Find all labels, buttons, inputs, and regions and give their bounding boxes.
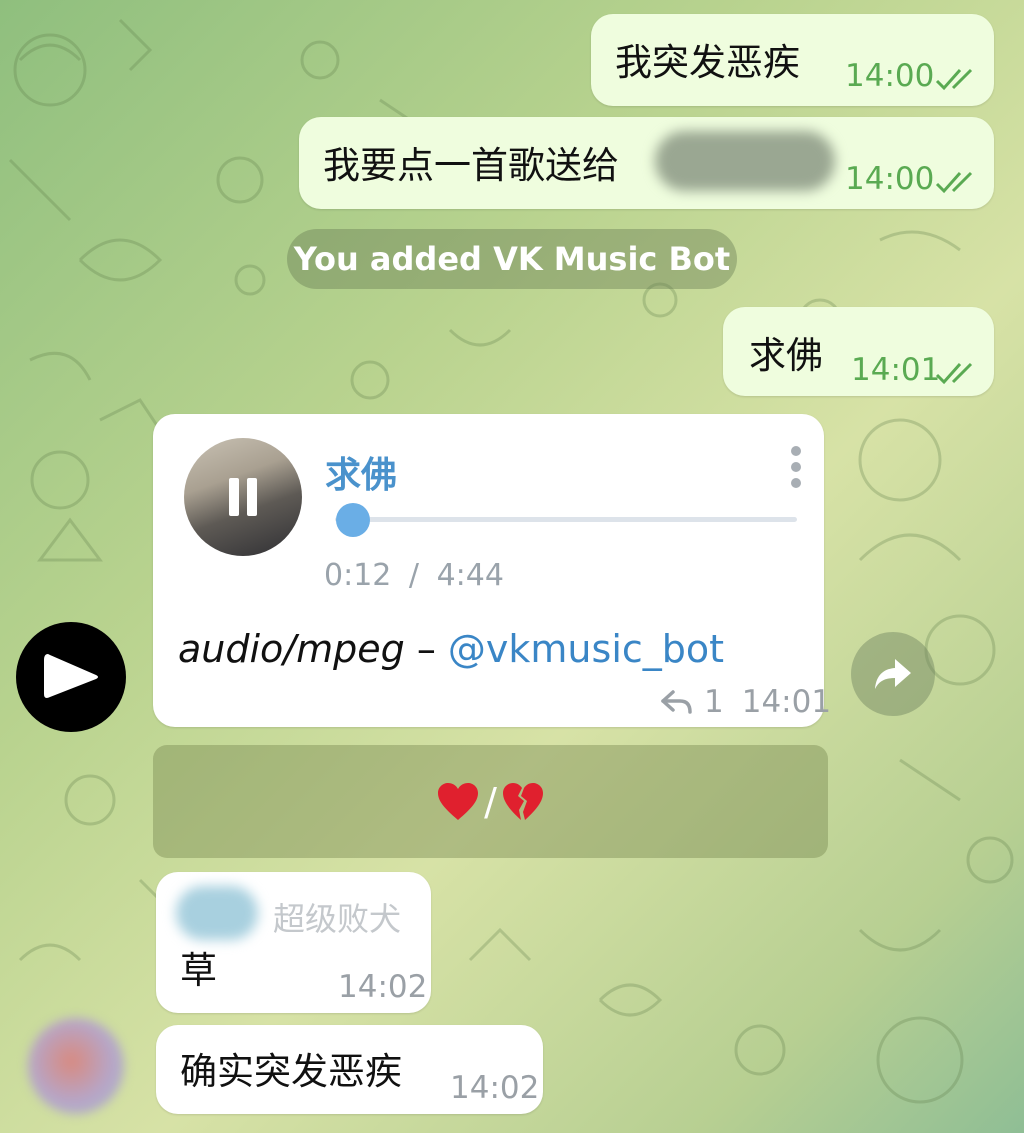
- pause-icon[interactable]: [229, 478, 257, 516]
- play-icon: [44, 654, 98, 698]
- caption-dash: –: [404, 627, 448, 671]
- forward-icon: [875, 659, 911, 689]
- message-time: 14:01: [851, 352, 941, 388]
- outgoing-message-2[interactable]: 我要点一首歌送给 14:00: [299, 117, 994, 209]
- reply-arrow-icon: [661, 690, 692, 714]
- reaction-panel: /: [153, 745, 828, 858]
- outgoing-message-3[interactable]: 求佛 14:01: [723, 307, 994, 396]
- redacted-avatar: [176, 886, 258, 940]
- audio-progress: 0:12: [324, 558, 392, 593]
- double-check-icon: [935, 171, 973, 194]
- album-cover[interactable]: [184, 438, 302, 556]
- message-text: 我要点一首歌送给: [323, 144, 619, 187]
- audio-time-separator: /: [408, 558, 420, 593]
- audio-time: 0:12 / 4:44: [324, 558, 504, 593]
- caption-mime-type: audio/mpeg: [178, 627, 405, 671]
- service-text: You added VK Music Bot: [293, 240, 731, 278]
- broken-heart-icon: [502, 782, 543, 820]
- message-text: 确实突发恶疾: [180, 1050, 402, 1093]
- avatar[interactable]: [28, 1018, 124, 1114]
- audio-duration: 4:44: [436, 558, 504, 593]
- audio-caption: audio/mpeg – @vkmusic_bot: [178, 627, 724, 671]
- message-time: 14:00: [845, 58, 935, 94]
- reply-info[interactable]: 1 14:01: [660, 684, 831, 720]
- reaction-separator: /: [484, 779, 497, 824]
- message-text: 草: [180, 949, 217, 992]
- message-time: 14:02: [450, 1070, 540, 1106]
- audio-seekbar[interactable]: [335, 517, 797, 522]
- red-heart-icon: [438, 782, 479, 820]
- audio-title: 求佛: [325, 455, 398, 496]
- message-text: 我突发恶疾: [615, 41, 800, 84]
- double-check-icon: [935, 68, 973, 91]
- share-button[interactable]: [851, 632, 935, 716]
- more-options-icon[interactable]: [786, 444, 806, 490]
- incoming-message-1[interactable]: 超级败犬 草 14:02: [156, 872, 431, 1013]
- message-text: 求佛: [749, 334, 823, 377]
- outgoing-message-1[interactable]: 我突发恶疾 14:00: [591, 14, 994, 106]
- message-time: 14:01: [741, 684, 832, 720]
- message-time: 14:02: [338, 969, 428, 1005]
- incoming-message-2[interactable]: 确实突发恶疾 14:02: [156, 1025, 543, 1114]
- message-time: 14:00: [845, 161, 935, 197]
- play-button[interactable]: [16, 622, 126, 732]
- double-check-icon: [935, 362, 973, 385]
- reply-count: 1: [704, 684, 724, 720]
- redacted-name: [655, 131, 835, 191]
- sender-name[interactable]: 超级败犬: [273, 894, 401, 940]
- service-message: You added VK Music Bot: [287, 229, 737, 289]
- bot-mention-link[interactable]: @vkmusic_bot: [448, 627, 724, 671]
